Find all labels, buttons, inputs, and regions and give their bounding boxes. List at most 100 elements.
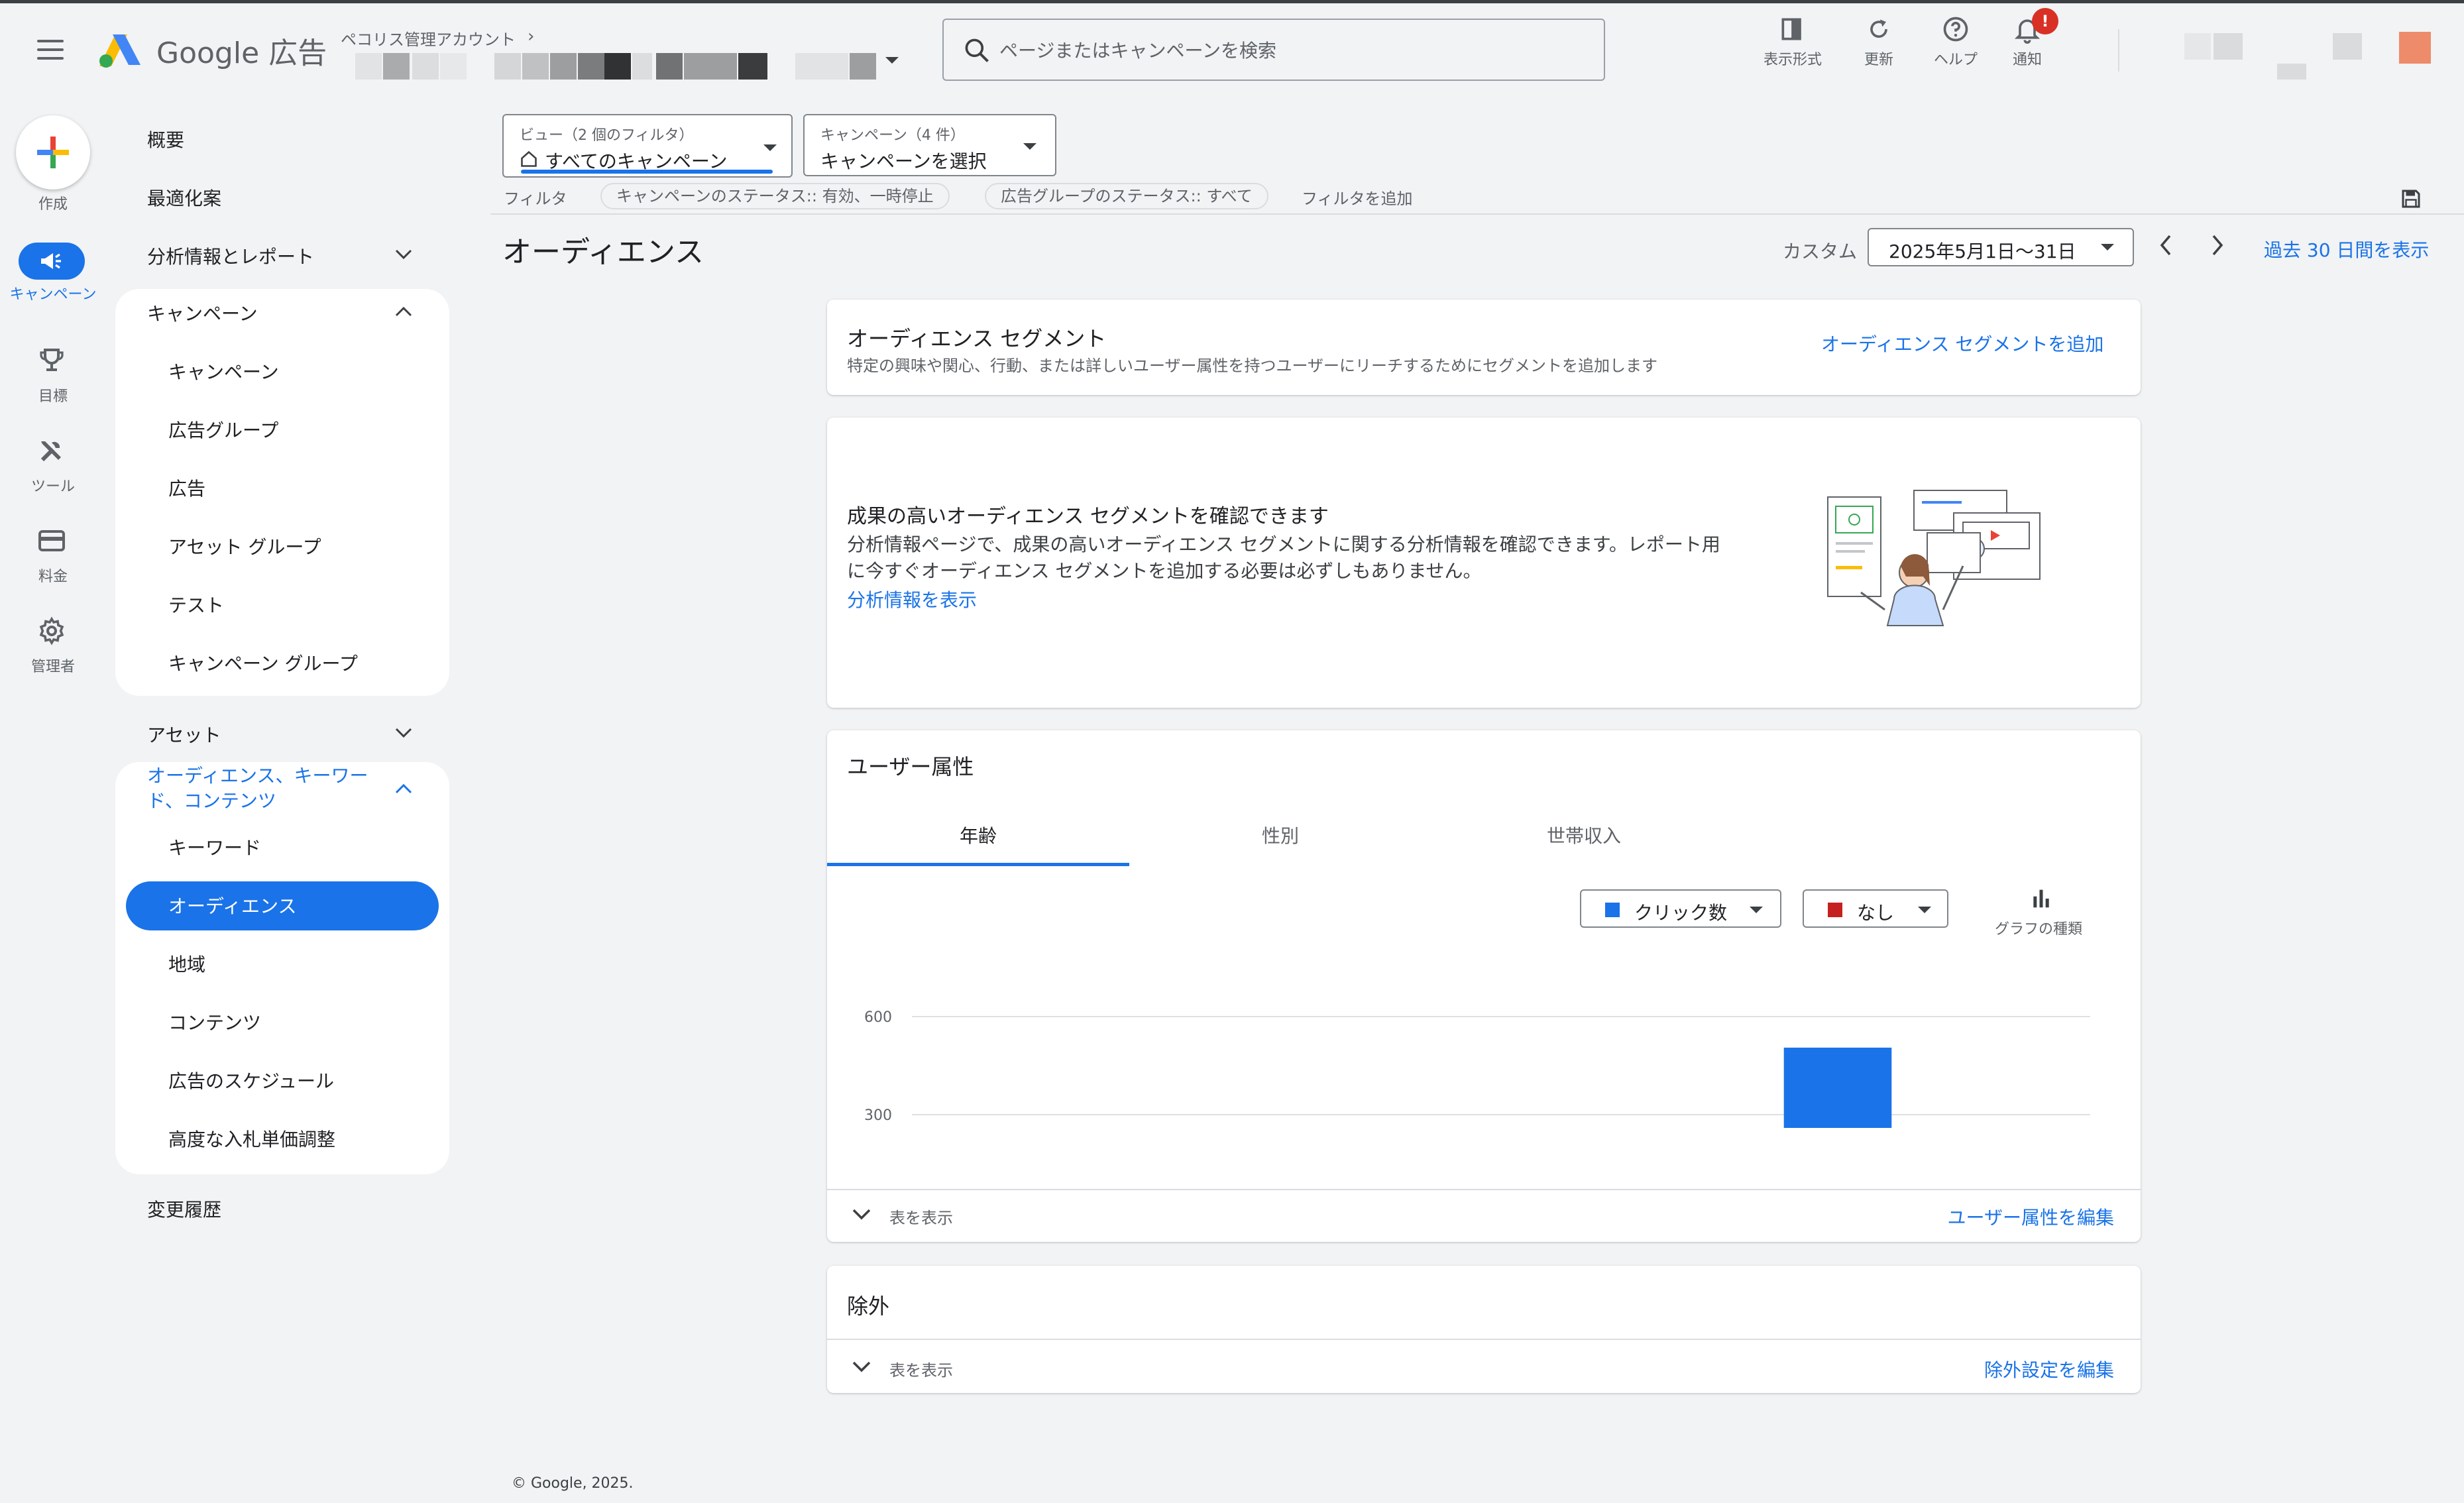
- view-filter-dropdown[interactable]: ビュー（2 個のフィルタ） すべてのキャンペーン: [502, 114, 793, 178]
- appearance-button[interactable]: 表示形式: [1750, 15, 1836, 78]
- account-avatar[interactable]: [2399, 32, 2431, 64]
- nav-insights-reports[interactable]: 分析情報とレポート: [147, 243, 314, 269]
- search-icon: [965, 38, 989, 62]
- segments-card-title: オーディエンス セグメント: [847, 326, 1107, 351]
- promo-card-line1: 分析情報ページで、成果の高いオーディエンス セグメントに関する分析情報を確認でき…: [847, 533, 1720, 555]
- nav-advanced-bid-adjustments[interactable]: 高度な入札単価調整: [168, 1125, 335, 1152]
- redacted-account-block: [355, 53, 382, 80]
- menu-line: [37, 57, 64, 60]
- metric1-caret-icon: [1750, 907, 1763, 913]
- copyright-footer: © Google, 2025.: [512, 1475, 634, 1492]
- tab-gender[interactable]: 性別: [1129, 822, 1431, 848]
- nav-ads[interactable]: 広告: [168, 474, 205, 501]
- notification-badge: !: [2032, 8, 2058, 34]
- nav-campaign-groups[interactable]: キャンペーン グループ: [168, 649, 358, 676]
- redacted-account-block: [632, 53, 652, 80]
- add-filter-button[interactable]: フィルタを追加: [1302, 186, 1413, 209]
- edit-exclusions-link[interactable]: 除外設定を編集: [1984, 1356, 2114, 1382]
- tab-age[interactable]: 年齢: [827, 822, 1129, 848]
- last-30-days-link[interactable]: 過去 30 日間を表示: [2264, 236, 2429, 262]
- menu-line: [37, 48, 64, 51]
- account-dropdown-icon[interactable]: [885, 57, 899, 64]
- google-ads-logo-icon[interactable]: [98, 32, 142, 69]
- redacted-account-block: [383, 53, 410, 80]
- view-insights-link[interactable]: 分析情報を表示: [847, 586, 977, 612]
- notifications-label: 通知: [2012, 52, 2042, 68]
- promo-card-title: 成果の高いオーディエンス セグメントを確認できます: [847, 505, 1329, 528]
- redacted-account-block: [440, 53, 467, 80]
- campaign-dropdown-caret-icon: [1023, 143, 1036, 150]
- nav-recommendations[interactable]: 最適化案: [147, 184, 221, 211]
- nav-content[interactable]: コンテンツ: [168, 1009, 261, 1035]
- edit-demographics-link[interactable]: ユーザー属性を編集: [1948, 1203, 2114, 1230]
- appearance-label: 表示形式: [1763, 52, 1822, 68]
- bar-chart-icon[interactable]: [2028, 885, 2054, 912]
- page-title: オーディエンス: [502, 235, 704, 269]
- nav-campaigns-header[interactable]: キャンペーン: [147, 300, 258, 326]
- nav-campaigns[interactable]: キャンペーン: [168, 358, 279, 384]
- search-input[interactable]: [999, 34, 1569, 66]
- chevron-down-icon[interactable]: [394, 248, 414, 261]
- nav-locations[interactable]: 地域: [168, 950, 205, 977]
- nav-audiences-header[interactable]: オーディエンス、キーワード、コンテンツ: [147, 763, 386, 814]
- filter-label: フィルタ: [504, 190, 567, 208]
- nav-asset-groups[interactable]: アセット グループ: [168, 533, 321, 559]
- refresh-button[interactable]: 更新: [1836, 15, 1922, 78]
- header-divider: [2118, 29, 2119, 72]
- save-icon[interactable]: [2399, 187, 2423, 211]
- redacted-account-block: [850, 53, 876, 80]
- search-box[interactable]: [942, 19, 1605, 81]
- next-period-icon[interactable]: [2207, 232, 2227, 258]
- campaign-selector-dropdown[interactable]: キャンペーン（4 件） キャンペーンを選択: [803, 114, 1056, 176]
- add-audience-segment-link[interactable]: オーディエンス セグメントを追加: [1821, 330, 2103, 357]
- bar[interactable]: [1783, 1047, 1892, 1128]
- main-menu-button[interactable]: [37, 40, 64, 60]
- menu-line: [37, 40, 64, 42]
- tools-icon[interactable]: [36, 435, 68, 467]
- redacted-user-block: [2333, 33, 2362, 60]
- previous-period-icon[interactable]: [2156, 232, 2176, 258]
- filter-bar-divider: [490, 213, 2464, 215]
- view-filter-underline: [521, 170, 773, 174]
- filter-chip-campaign-status[interactable]: キャンペーンのステータス:: 有効、一時停止: [600, 183, 950, 209]
- redacted-account-block: [550, 53, 577, 80]
- nav-ad-groups[interactable]: 広告グループ: [168, 416, 278, 443]
- redacted-account-block: [738, 53, 767, 80]
- chevron-down-icon[interactable]: [394, 726, 414, 740]
- metric2-color-swatch: [1828, 903, 1842, 917]
- tab-household-income[interactable]: 世帯収入: [1431, 822, 1736, 848]
- card-footer-divider: [827, 1189, 2141, 1190]
- date-range-value: 2025年5月1日〜31日: [1889, 241, 2076, 262]
- nav-assets[interactable]: アセット: [147, 721, 221, 748]
- redacted-account-block: [604, 53, 631, 80]
- nav-experiments[interactable]: テスト: [168, 591, 224, 618]
- redacted-account-block: [795, 53, 848, 80]
- metric2-dropdown[interactable]: なし: [1803, 889, 1948, 928]
- nav-change-history[interactable]: 変更履歴: [147, 1196, 221, 1222]
- nav-overview[interactable]: 概要: [147, 126, 184, 152]
- redacted-account-block: [684, 53, 737, 80]
- show-table-button[interactable]: 表を表示: [889, 1205, 953, 1228]
- notifications-button[interactable]: 通知 !: [1984, 8, 2070, 78]
- create-button[interactable]: [16, 115, 90, 190]
- window-top-border: [0, 0, 2464, 3]
- nav-keywords[interactable]: キーワード: [168, 834, 261, 860]
- gear-icon[interactable]: [36, 615, 68, 647]
- exclusions-show-table-button[interactable]: 表を表示: [889, 1357, 953, 1380]
- rail-label-goals: 目標: [38, 388, 68, 405]
- chevron-up-icon[interactable]: [394, 305, 414, 318]
- trophy-icon[interactable]: [36, 345, 68, 376]
- credit-card-icon[interactable]: [36, 525, 68, 557]
- chevron-up-icon[interactable]: [394, 782, 414, 795]
- nav-audiences[interactable]: オーディエンス: [168, 892, 296, 918]
- account-breadcrumb[interactable]: ペコリス管理アカウント: [341, 27, 516, 50]
- date-range-picker[interactable]: 2025年5月1日〜31日: [1868, 228, 2134, 266]
- metric1-dropdown[interactable]: クリック数: [1580, 889, 1781, 928]
- nav-ad-schedule[interactable]: 広告のスケジュール: [168, 1067, 334, 1093]
- metric1-value: クリック数: [1634, 902, 1728, 924]
- filter-chip-adgroup-status[interactable]: 広告グループのステータス:: すべて: [985, 183, 1268, 209]
- redacted-account-block: [656, 53, 683, 80]
- chevron-down-icon[interactable]: [851, 1206, 872, 1222]
- chevron-down-icon[interactable]: [851, 1359, 872, 1374]
- redacted-account-block: [412, 53, 439, 80]
